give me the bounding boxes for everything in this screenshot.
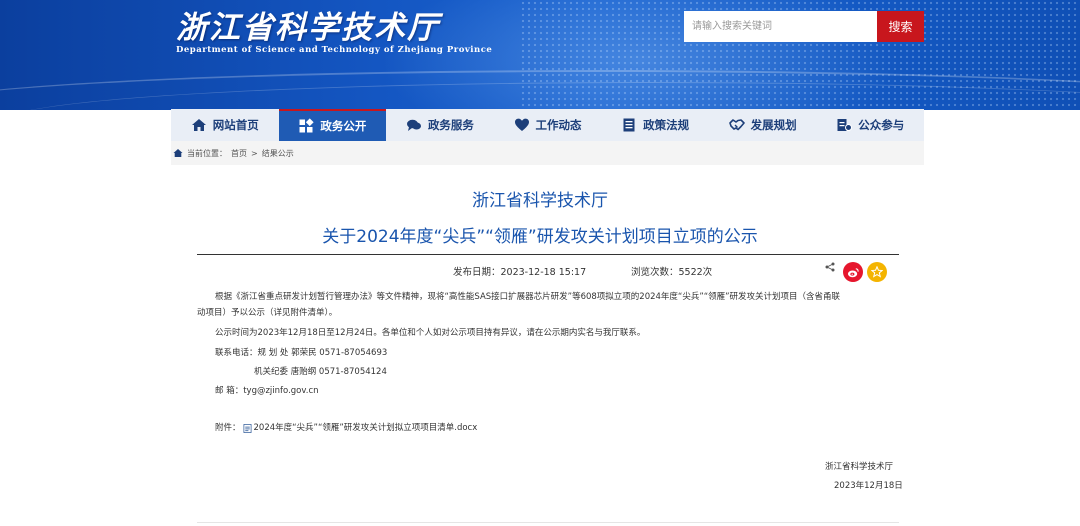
breadcrumb-separator: > [251,148,258,158]
publish-date: 发布日期：2023-12-18 15:17 [453,267,587,278]
nav-item-work-news[interactable]: 工作动态 [494,109,602,141]
nav-item-label: 发展规划 [750,118,797,132]
handshake-icon [728,119,745,131]
nav-item-participation[interactable]: 公众参与 [816,109,924,141]
attachment-link[interactable]: 2024年度“尖兵”“领雁”研发攻关计划拟立项项目清单.docx [254,422,478,435]
nav-item-policies[interactable]: 政策法规 [601,109,709,141]
chat-icon [406,119,421,131]
article-org: 浙江省科学技术厅 [472,191,608,211]
star-icon [871,266,883,278]
paragraph-2: 公示时间为2023年12月18日至12月24日。各单位和个人如对公示项目持有异议… [215,328,646,338]
nav-item-label: 公众参与 [858,118,905,132]
breadcrumb-current[interactable]: 结果公示 [262,148,294,159]
title-divider [197,254,899,255]
signature-date: 2023年12月18日 [834,481,903,491]
view-count: 浏览次数：5522次 [631,267,713,278]
signature-org: 浙江省科学技术厅 [825,462,894,472]
document-icon [623,118,635,132]
header-banner: 浙江省科学技术厅 Department of Science and Techn… [0,0,1080,110]
nav-item-label: 政策法规 [643,118,690,132]
paragraph-1-line-2: 动项目）予以公示（详见附件清单）。 [197,308,338,318]
word-file-icon [243,424,251,433]
weibo-icon [847,267,859,277]
heart-icon [514,118,529,131]
share-icon[interactable] [825,262,835,272]
contact-phone-2: 机关纪委 唐贻纲 0571-87054124 [254,367,387,377]
nav-item-home[interactable]: 网站首页 [171,109,279,141]
contact-email: 邮 箱：tyg@zjinfo.gov.cn [215,386,319,396]
search-button[interactable]: 搜索 [877,11,924,42]
site-subtitle: Department of Science and Technology of … [176,45,493,55]
breadcrumb-prefix: 当前位置： [187,148,227,158]
breadcrumb-home-link[interactable]: 首页 [231,148,247,159]
bottom-divider [197,522,899,523]
share-weibo-button[interactable] [843,262,863,282]
nav-item-label: 工作动态 [535,118,582,132]
nav-item-label: 政务服务 [427,118,474,132]
main-nav: 网站首页 政务公开 政务服务 工作动态 政策法规 发展规划 公众参与 [171,109,924,141]
attachment-row: 附件： 2024年度“尖兵”“领雁”研发攻关计划拟立项项目清单.docx [215,422,477,435]
attachment-label: 附件： [215,423,241,433]
nav-item-planning[interactable]: 发展规划 [709,109,817,141]
nav-item-open-affairs[interactable]: 政务公开 [278,109,387,141]
nav-item-label: 政务公开 [320,119,367,133]
breadcrumb: 当前位置： 首页 > 结果公示 [171,141,924,165]
search-input[interactable] [684,11,877,42]
participation-icon [837,119,853,131]
favorite-button[interactable] [867,262,887,282]
article-title: 关于2024年度“尖兵”“领雁”研发攻关计划项目立项的公示 [322,227,758,247]
paragraph-1-line-1: 根据《浙江省重点研发计划暂行管理办法》等文件精神，现将“高性能SAS接口扩展器芯… [215,292,841,302]
open-affairs-icon [299,118,314,133]
nav-item-services[interactable]: 政务服务 [386,109,494,141]
home-icon [191,119,206,131]
nav-item-label: 网站首页 [212,118,259,132]
contact-phone-1: 联系电话：规 划 处 郭荣民 0571-87054693 [215,348,388,358]
location-home-icon [173,149,183,157]
site-title[interactable]: 浙江省科学技术厅 [176,2,440,47]
